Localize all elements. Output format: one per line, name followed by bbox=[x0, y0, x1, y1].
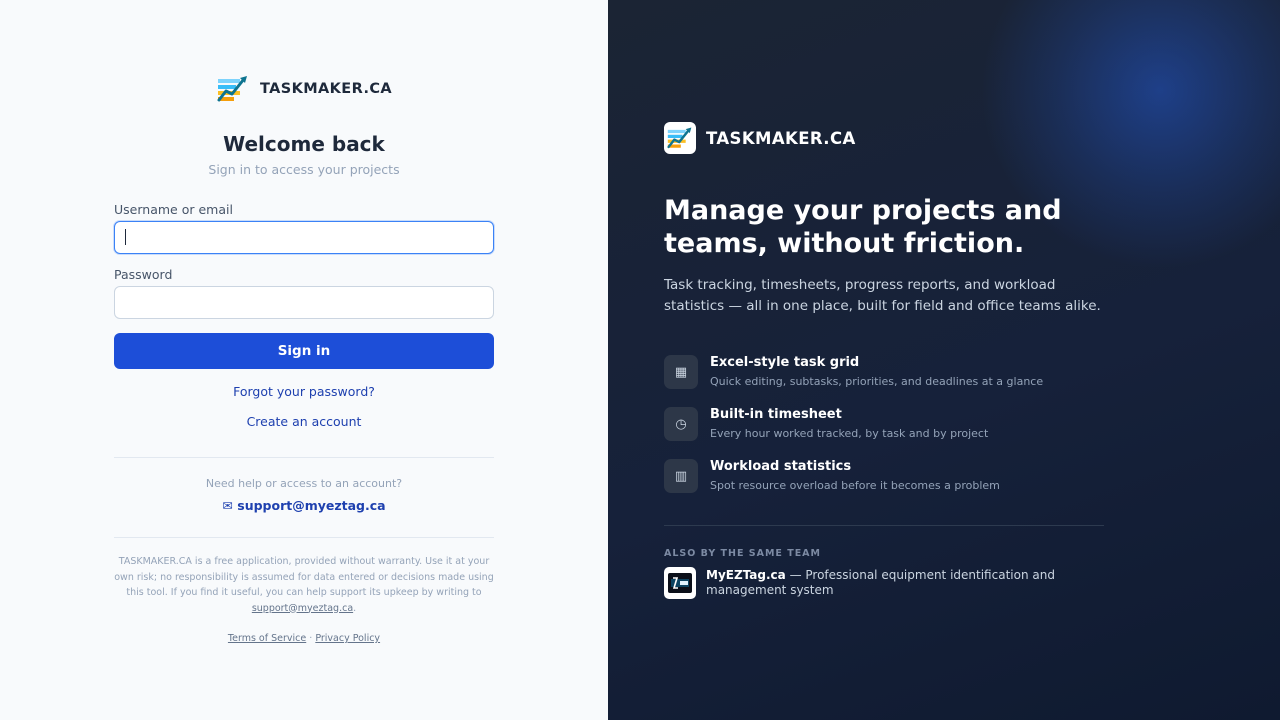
bar-chart-icon: ▥ bbox=[664, 459, 698, 493]
login-panel: TASKMAKER.CA Welcome back Sign in to acc… bbox=[0, 0, 608, 720]
feature-item: ▥ Workload statistics Spot resource over… bbox=[664, 459, 1000, 493]
hero-description: Task tracking, timesheets, progress repo… bbox=[664, 277, 1101, 314]
username-label: Username or email bbox=[114, 202, 233, 217]
terms-link[interactable]: Terms of Service bbox=[228, 633, 306, 644]
support-contact: ✉ support@myeztag.ca bbox=[0, 498, 608, 513]
feature-item: ◷ Built-in timesheet Every hour worked t… bbox=[664, 407, 988, 441]
myeztag-description: MyEZTag.ca — Professional equipment iden… bbox=[706, 567, 1066, 597]
feature-desc: Spot resource overload before it becomes… bbox=[710, 479, 1000, 492]
page-subtitle: Sign in to access your projects bbox=[208, 162, 400, 177]
myeztag-name[interactable]: MyEZTag.ca bbox=[706, 568, 786, 582]
myeztag-logo-icon bbox=[664, 567, 696, 599]
divider bbox=[114, 457, 494, 458]
feature-desc: Quick editing, subtasks, priorities, and… bbox=[710, 375, 1044, 388]
privacy-link[interactable]: Privacy Policy bbox=[315, 633, 380, 644]
disclaimer-email-link[interactable]: support@myeztag.ca bbox=[252, 603, 353, 614]
brand-header-dark: TASKMAKER.CA bbox=[664, 122, 856, 154]
signin-button[interactable]: Sign in bbox=[114, 333, 494, 369]
page-title: Welcome back bbox=[223, 132, 385, 156]
feature-title: Built-in timesheet bbox=[710, 407, 842, 422]
feature-title: Excel-style task grid bbox=[710, 355, 860, 370]
brand-name: TASKMAKER.CA bbox=[706, 128, 856, 148]
forgot-password-link[interactable]: Forgot your password? bbox=[0, 384, 608, 399]
disclaimer: TASKMAKER.CA is a free application, prov… bbox=[114, 554, 494, 616]
brand-header: TASKMAKER.CA bbox=[0, 73, 608, 105]
myeztag-promo[interactable]: MyEZTag.ca — Professional equipment iden… bbox=[664, 567, 1066, 599]
also-by-label: ALSO BY THE SAME TEAM bbox=[664, 548, 821, 559]
feature-item: ▦ Excel-style task grid Quick editing, s… bbox=[664, 355, 1043, 389]
clock-icon: ◷ bbox=[664, 407, 698, 441]
legal-links: Terms of Service · Privacy Policy bbox=[0, 633, 608, 644]
chart-logo-icon bbox=[664, 122, 696, 154]
hero-headline: Manage your projects and teams, without … bbox=[664, 195, 1062, 259]
disclaimer-end: . bbox=[353, 602, 357, 614]
help-text: Need help or access to an account? bbox=[205, 477, 403, 490]
legal-separator: · bbox=[309, 633, 313, 644]
marketing-panel: TASKMAKER.CA Manage your projects and te… bbox=[608, 0, 1280, 720]
brand-name: TASKMAKER.CA bbox=[259, 81, 393, 97]
password-label: Password bbox=[114, 267, 173, 282]
password-input[interactable] bbox=[114, 286, 494, 319]
envelope-icon: ✉ bbox=[222, 498, 233, 513]
disclaimer-text: TASKMAKER.CA is a free application, prov… bbox=[114, 556, 494, 598]
create-account-link[interactable]: Create an account bbox=[0, 414, 608, 429]
divider bbox=[114, 537, 494, 538]
text-caret bbox=[125, 229, 126, 245]
feature-desc: Every hour worked tracked, by task and b… bbox=[710, 427, 989, 440]
divider bbox=[664, 525, 1104, 526]
username-input[interactable] bbox=[114, 221, 494, 254]
feature-title: Workload statistics bbox=[710, 459, 852, 474]
grid-icon: ▦ bbox=[664, 355, 698, 389]
chart-logo-icon bbox=[216, 73, 250, 105]
support-email-link[interactable]: support@myeztag.ca bbox=[237, 498, 385, 513]
